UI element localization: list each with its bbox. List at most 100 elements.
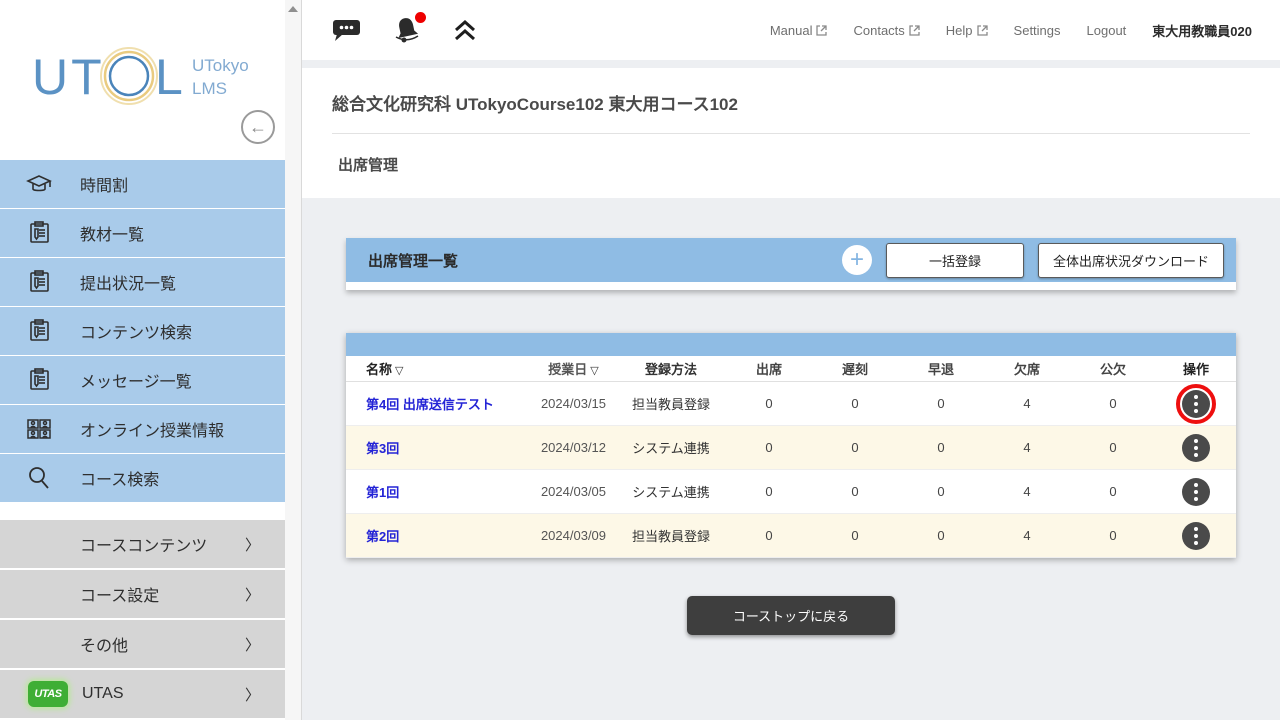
row-actions-button[interactable]: [1182, 478, 1210, 506]
external-link-icon: [816, 25, 827, 36]
panel-strip: [346, 282, 1236, 290]
content-area: 出席管理一覧 + 一括登録 全体出席状況ダウンロード 名称▽ 授業日: [302, 198, 1280, 635]
sidebar-group-course-settings[interactable]: コース設定 〉: [0, 570, 285, 618]
bulk-register-button[interactable]: 一括登録: [886, 243, 1024, 278]
logout-link[interactable]: Logout: [1087, 23, 1127, 38]
settings-link[interactable]: Settings: [1014, 23, 1061, 38]
column-header-method: 登録方法: [616, 359, 726, 378]
column-header-date[interactable]: 授業日▽: [531, 359, 616, 378]
sidebar-item-label: 教材一覧: [80, 221, 144, 245]
session-link[interactable]: 第2回: [366, 529, 399, 544]
sidebar-group-label: UTAS: [82, 685, 123, 703]
manual-link[interactable]: Manual: [770, 23, 828, 38]
class-date: 2024/03/09: [531, 528, 616, 543]
sidebar-group-others[interactable]: その他 〉: [0, 620, 285, 668]
help-link[interactable]: Help: [946, 23, 988, 38]
download-all-button[interactable]: 全体出席状況ダウンロード: [1038, 243, 1224, 278]
row-actions-button[interactable]: [1182, 390, 1210, 418]
sidebar-item-content-search[interactable]: コンテンツ検索: [0, 307, 285, 355]
session-link[interactable]: 第1回: [366, 485, 399, 500]
top-nav: Manual Contacts Help Settings: [770, 21, 1252, 40]
page-section-title: 出席管理: [332, 134, 1250, 175]
early-leave-count: 0: [898, 484, 984, 499]
topbar: Manual Contacts Help Settings: [302, 0, 1280, 60]
early-leave-count: 0: [898, 528, 984, 543]
svg-text:UT: UT: [32, 49, 105, 105]
registration-method: 担当教員登録: [616, 394, 726, 413]
course-title: 総合文化研究科 UTokyoCourse102 東大用コース102: [332, 68, 1250, 134]
early-leave-count: 0: [898, 440, 984, 455]
clipboard-icon: [22, 363, 56, 397]
contacts-link[interactable]: Contacts: [853, 23, 919, 38]
registration-method: 担当教員登録: [616, 526, 726, 545]
sidebar-item-course-search[interactable]: コース検索: [0, 454, 285, 502]
graduation-cap-icon: [22, 167, 56, 201]
table-header-row: 名称▽ 授業日▽ 登録方法 出席 遅刻 早退 欠席 公欠 操作: [346, 356, 1236, 382]
sort-icon[interactable]: ▽: [590, 365, 598, 377]
clipboard-icon: [22, 314, 56, 348]
sidebar-item-materials[interactable]: 教材一覧: [0, 209, 285, 257]
attendance-table: 名称▽ 授業日▽ 登録方法 出席 遅刻 早退 欠席 公欠 操作 第4回 出席送信…: [346, 333, 1236, 558]
sidebar-group-course-contents[interactable]: コースコンテンツ 〉: [0, 520, 285, 568]
column-header-name[interactable]: 名称▽: [346, 359, 531, 378]
column-header-early: 早退: [898, 359, 984, 378]
main-area: Manual Contacts Help Settings: [302, 0, 1280, 720]
sidebar-item-timetable[interactable]: 時間割: [0, 160, 285, 208]
collapse-header-icon[interactable]: [452, 18, 478, 42]
divider-gap: [302, 60, 1280, 68]
sidebar-group-label: その他: [80, 632, 128, 656]
sidebar-item-submissions[interactable]: 提出状況一覧: [0, 258, 285, 306]
sidebar-item-label: コース検索: [80, 466, 159, 490]
class-date: 2024/03/12: [531, 440, 616, 455]
scroll-up-icon[interactable]: [288, 6, 298, 12]
table-row: 第4回 出席送信テスト 2024/03/15 担当教員登録 0 0 0 4 0: [346, 382, 1236, 426]
present-count: 0: [726, 440, 812, 455]
table-row: 第1回 2024/03/05 システム連携 0 0 0 4 0: [346, 470, 1236, 514]
back-to-course-top-button[interactable]: コーストップに戻る: [687, 596, 895, 635]
table-top-bar: [346, 333, 1236, 356]
svg-text:L: L: [155, 49, 183, 105]
sort-icon[interactable]: ▽: [395, 365, 403, 377]
sidebar-group-label: コース設定: [80, 582, 159, 606]
row-actions-button[interactable]: [1182, 434, 1210, 462]
table-row: 第2回 2024/03/09 担当教員登録 0 0 0 4 0: [346, 514, 1236, 558]
messages-icon[interactable]: [332, 17, 362, 43]
sidebar-item-label: 提出状況一覧: [80, 270, 176, 294]
sidebar-scrollbar[interactable]: [285, 0, 302, 720]
column-header-absent: 欠席: [984, 359, 1070, 378]
late-count: 0: [812, 484, 898, 499]
late-count: 0: [812, 396, 898, 411]
present-count: 0: [726, 396, 812, 411]
add-attendance-icon[interactable]: +: [842, 245, 872, 275]
svg-text:UTokyo: UTokyo: [192, 56, 249, 75]
sidebar-group-utas[interactable]: UTAS UTAS 〉: [0, 670, 285, 718]
absent-count: 4: [984, 440, 1070, 455]
session-link[interactable]: 第3回: [366, 441, 399, 456]
notifications-bell-icon[interactable]: [392, 15, 422, 45]
utol-logo: UT L UTokyo LMS: [32, 38, 267, 118]
chevron-right-icon: 〉: [245, 534, 260, 555]
official-absence-count: 0: [1070, 396, 1156, 411]
sidebar-item-label: オンライン授業情報: [80, 417, 224, 441]
class-date: 2024/03/15: [531, 396, 616, 411]
row-actions-button[interactable]: [1182, 522, 1210, 550]
absent-count: 4: [984, 528, 1070, 543]
class-date: 2024/03/05: [531, 484, 616, 499]
late-count: 0: [812, 440, 898, 455]
column-header-present: 出席: [726, 359, 812, 378]
session-link[interactable]: 第4回 出席送信テスト: [366, 397, 494, 412]
sidebar-item-label: コンテンツ検索: [80, 319, 192, 343]
clipboard-icon: [22, 216, 56, 250]
chevron-right-icon: 〉: [245, 684, 260, 705]
present-count: 0: [726, 484, 812, 499]
sidebar-collapse-button[interactable]: ←: [241, 110, 275, 144]
column-header-late: 遅刻: [812, 359, 898, 378]
sidebar-item-online-class[interactable]: オンライン授業情報: [0, 405, 285, 453]
sidebar-spacer: [0, 503, 285, 520]
sidebar-item-messages[interactable]: メッセージ一覧: [0, 356, 285, 404]
external-link-icon: [977, 25, 988, 36]
sidebar-group-label: コースコンテンツ: [80, 532, 207, 556]
search-icon: [22, 461, 56, 495]
column-header-official: 公欠: [1070, 359, 1156, 378]
sidebar-item-label: 時間割: [80, 172, 128, 196]
